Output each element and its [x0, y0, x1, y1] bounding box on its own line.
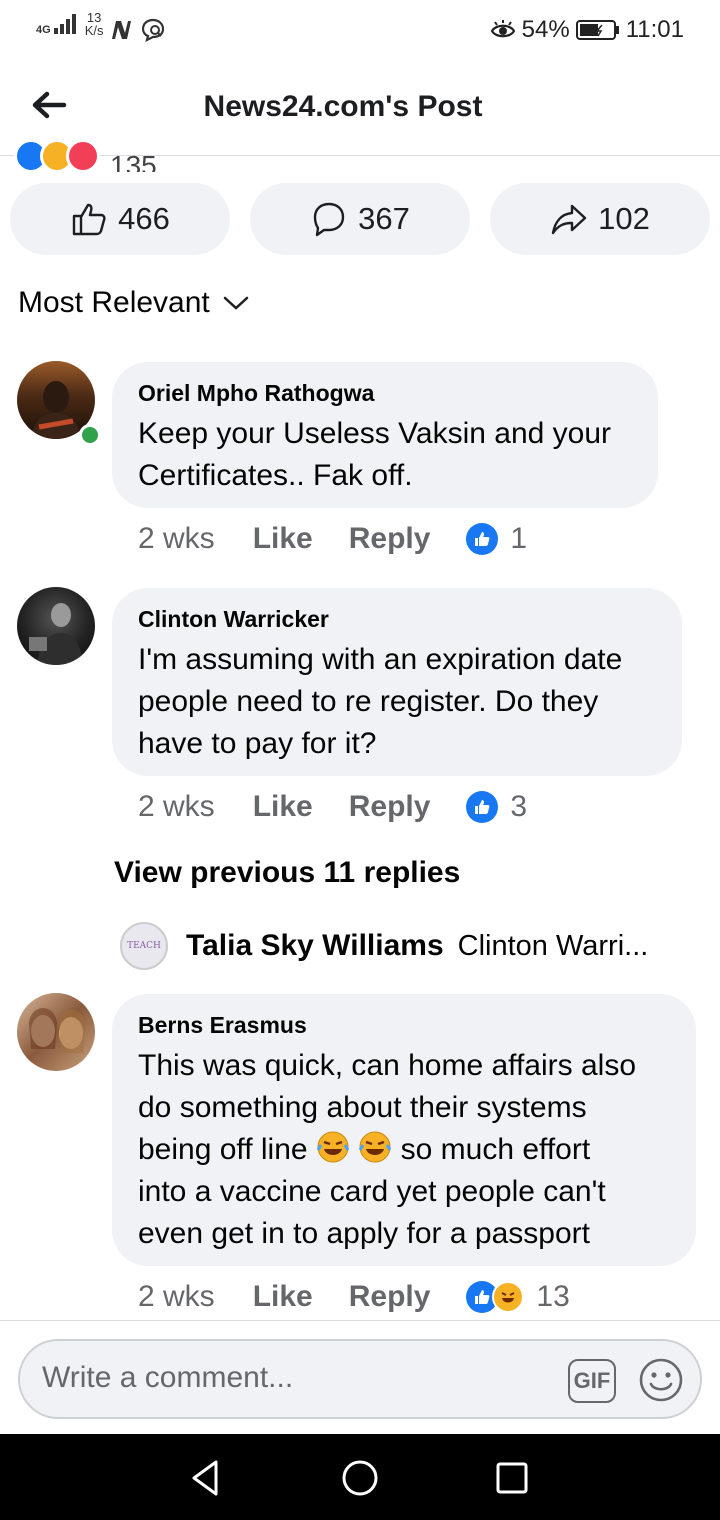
comment-time[interactable]: 2 wks: [138, 522, 215, 556]
signal-indicator: 4G: [36, 12, 79, 36]
reply-author[interactable]: Talia Sky Williams: [186, 929, 444, 963]
love-reaction-icon: [66, 140, 100, 172]
n-notification-icon: [112, 21, 132, 39]
like-reaction-icon[interactable]: [466, 523, 499, 555]
comment-like-button[interactable]: Like: [253, 790, 313, 824]
share-arrow-icon: [551, 204, 587, 235]
reaction-count[interactable]: 3: [510, 790, 527, 824]
comment-text: I'm assuming with an expiration date peo…: [138, 643, 623, 760]
comment-like-button[interactable]: Like: [253, 522, 313, 556]
comment-time[interactable]: 2 wks: [138, 790, 215, 824]
comment-author[interactable]: Oriel Mpho Rathogwa: [138, 380, 632, 407]
share-count: 102: [598, 201, 650, 236]
comment-reply-button[interactable]: Reply: [349, 522, 431, 556]
nav-back-icon[interactable]: [184, 1456, 228, 1500]
comment-text: This was quick, can home affairs also do…: [138, 1049, 637, 1250]
comment-count: 367: [358, 201, 410, 236]
comment-bubble-icon: [313, 202, 345, 237]
status-right: 54% 11:01: [490, 16, 684, 44]
share-button[interactable]: 102: [490, 183, 710, 255]
comment-reply-button[interactable]: Reply: [349, 790, 431, 824]
battery-icon: [575, 20, 619, 40]
battery-percent: 54%: [521, 16, 570, 43]
rofl-emoji-icon: [358, 1131, 392, 1163]
comment-input[interactable]: Write a comment... GIF: [18, 1339, 702, 1419]
comment-sort-selector[interactable]: Most Relevant: [18, 286, 250, 320]
sort-label: Most Relevant: [18, 286, 210, 319]
chevron-down-icon: [223, 296, 248, 310]
view-previous-replies[interactable]: View previous 11 replies: [114, 856, 460, 890]
avatar[interactable]: [17, 587, 95, 665]
comment-reply-button[interactable]: Reply: [349, 1280, 431, 1314]
thumbs-up-icon: [72, 203, 106, 236]
reaction-count[interactable]: 1: [510, 522, 527, 556]
status-left: 4G 13 K/s: [36, 11, 167, 43]
comment-like-button[interactable]: Like: [253, 1280, 313, 1314]
reaction-count[interactable]: 13: [536, 1280, 569, 1314]
rofl-emoji-icon: [316, 1131, 350, 1163]
network-speed: 13 K/s: [84, 11, 104, 38]
comment-actions: 2 wks Like Reply 13: [138, 1280, 570, 1314]
comment-bubble[interactable]: Berns Erasmus This was quick, can home a…: [112, 994, 696, 1266]
online-status-dot: [79, 424, 101, 446]
comment-bubble[interactable]: Clinton Warricker I'm assuming with an e…: [112, 588, 682, 776]
avatar[interactable]: [17, 993, 95, 1071]
status-bar: 4G 13 K/s 54% 11:01: [0, 0, 720, 64]
comment-actions: 2 wks Like Reply 3: [138, 790, 527, 824]
speed-unit: K/s: [84, 23, 104, 38]
clock: 11:01: [625, 16, 684, 43]
comment-time[interactable]: 2 wks: [138, 1280, 215, 1314]
reply-preview[interactable]: TEACH Talia Sky Williams Clinton Warri..…: [120, 922, 680, 970]
comment-text: Keep your Useless Vaksin and your Certif…: [138, 417, 612, 492]
comment-button[interactable]: 367: [250, 183, 470, 255]
reaction-summary[interactable]: 135: [14, 140, 157, 172]
nav-recents-icon[interactable]: [490, 1456, 534, 1500]
profile-photo: [29, 603, 83, 665]
android-navigation-bar: [0, 1434, 720, 1520]
emoji-smile-icon[interactable]: [638, 1357, 684, 1403]
comment-actions: 2 wks Like Reply 1: [138, 522, 527, 556]
nav-home-icon[interactable]: [338, 1456, 382, 1500]
chat-notification-icon: [142, 18, 165, 43]
network-type: 4G: [36, 24, 51, 36]
comment-bubble[interactable]: Oriel Mpho Rathogwa Keep your Useless Va…: [112, 362, 658, 508]
like-count: 466: [118, 201, 170, 236]
comment-author[interactable]: Berns Erasmus: [138, 1012, 670, 1039]
reaction-count: 135: [110, 150, 157, 172]
comment-author[interactable]: Clinton Warricker: [138, 606, 656, 633]
eye-comfort-icon: [490, 20, 515, 38]
like-reaction-icon[interactable]: [466, 791, 499, 823]
profile-photo: [29, 1008, 85, 1053]
haha-reaction-icon[interactable]: [492, 1281, 525, 1313]
comment-composer-bar: Write a comment... GIF: [0, 1320, 720, 1434]
reply-text-preview: Clinton Warri...: [457, 929, 649, 962]
reply-avatar[interactable]: TEACH: [120, 922, 168, 970]
like-button[interactable]: 466: [10, 183, 230, 255]
page-title: News24.com's Post: [203, 90, 483, 123]
comment-input-placeholder: Write a comment...: [42, 1361, 294, 1394]
gif-button[interactable]: GIF: [568, 1359, 616, 1403]
signal-bars-icon: [53, 14, 76, 34]
